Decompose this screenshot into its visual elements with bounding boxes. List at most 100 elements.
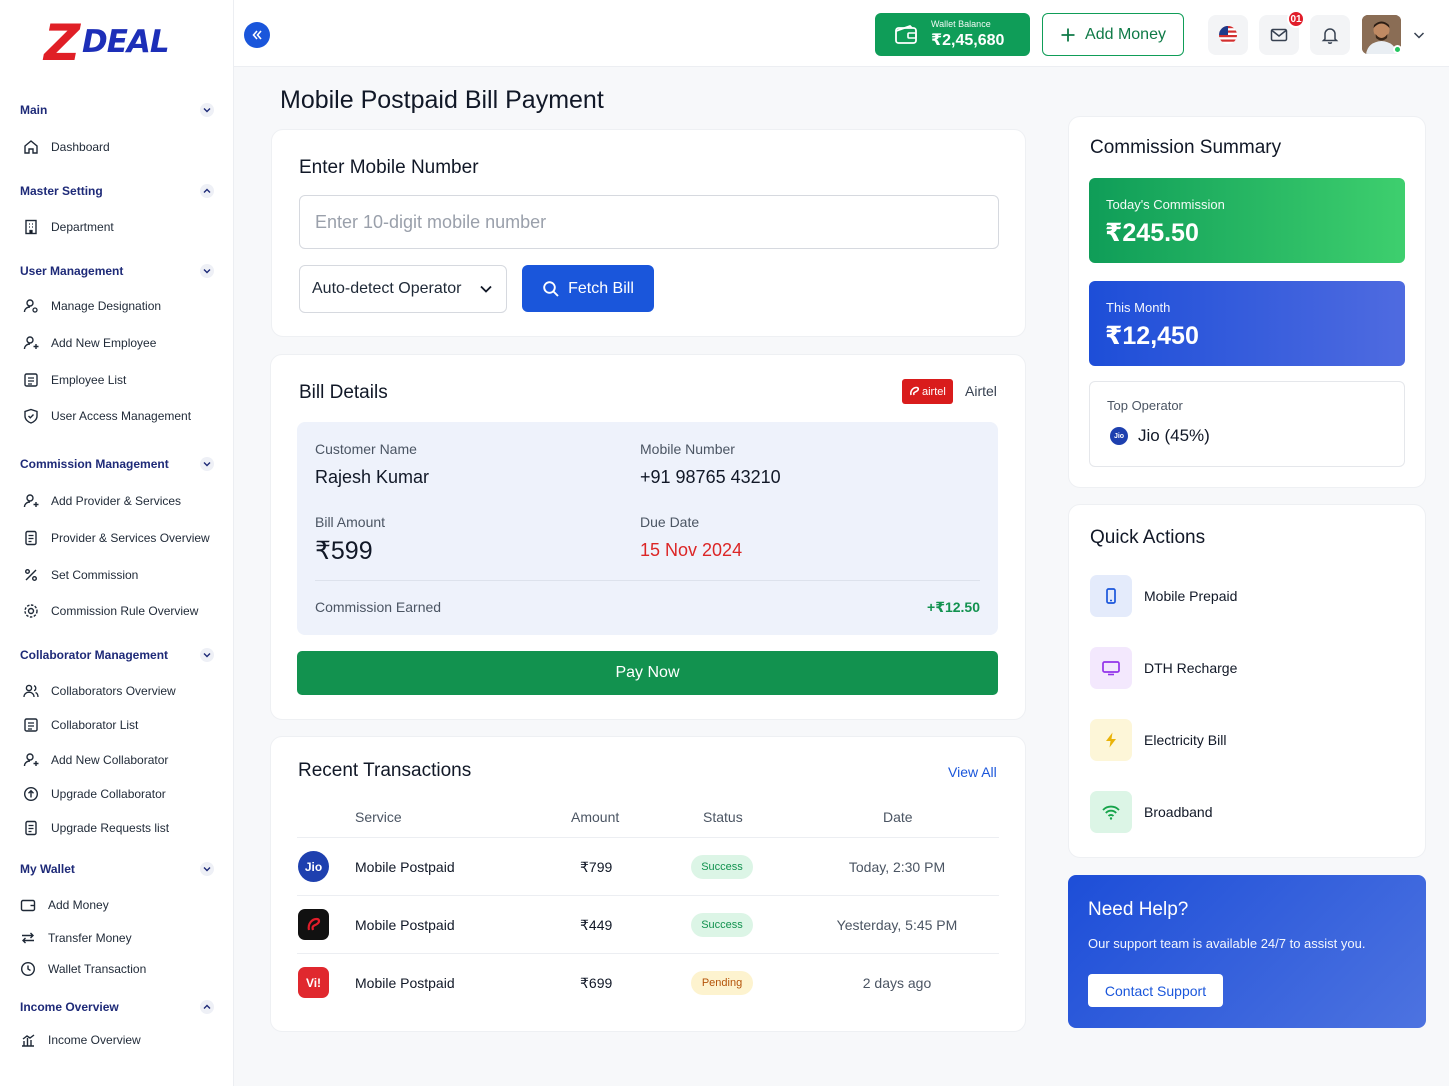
sidebar-item-label: Dashboard: [51, 140, 110, 154]
column-header: Service: [355, 809, 402, 825]
online-status-dot: [1393, 45, 1402, 54]
bill-details-card: Bill Details airtel Airtel Customer Name…: [270, 354, 1026, 720]
section-main[interactable]: Main: [20, 100, 214, 120]
quick-action-broadband[interactable]: Broadband: [1090, 791, 1213, 833]
transaction-date: Yesterday, 5:45 PM: [836, 917, 958, 933]
due-date-label: Due Date: [640, 514, 700, 530]
recent-transactions-card: Recent Transactions View All Service Amo…: [270, 736, 1026, 1032]
section-commission-management[interactable]: Commission Management: [20, 454, 214, 474]
sidebar-item-label: Employee List: [51, 373, 127, 387]
chevron-down-icon: [200, 648, 214, 662]
sidebar-item-add-new-collaborator[interactable]: Add New Collaborator: [22, 749, 168, 771]
quick-action-label: DTH Recharge: [1144, 660, 1238, 676]
wallet-icon: [20, 899, 36, 912]
view-all-link[interactable]: View All: [948, 764, 997, 780]
contact-support-button[interactable]: Contact Support: [1088, 974, 1223, 1007]
customer-name-value: Rajesh Kumar: [315, 467, 430, 487]
sidebar-item-label: Department: [51, 220, 114, 234]
sidebar-item-set-commission[interactable]: Set Commission: [22, 564, 138, 586]
wallet-label: Wallet Balance: [931, 19, 991, 29]
sidebar: Z DEAL Main Dashboard Master Setting Dep…: [0, 0, 234, 1086]
sidebar-item-add-new-employee[interactable]: Add New Employee: [22, 332, 156, 354]
sidebar-item-upgrade-collaborator[interactable]: Upgrade Collaborator: [22, 783, 166, 805]
document-icon: [25, 530, 37, 546]
zdeal-logo[interactable]: Z DEAL: [44, 14, 170, 78]
notifications-button[interactable]: [1310, 15, 1350, 55]
status-badge: Pending: [691, 971, 753, 995]
user-plus-icon: [23, 753, 39, 767]
sidebar-item-collaborator-list[interactable]: Collaborator List: [22, 714, 138, 736]
sidebar-item-upgrade-requests-list[interactable]: Upgrade Requests list: [22, 817, 169, 839]
sidebar-item-label: Add New Collaborator: [51, 753, 169, 767]
double-chevron-left-icon: [252, 30, 262, 40]
sidebar-item-commission-rule-overview[interactable]: Commission Rule Overview: [22, 600, 198, 622]
bell-icon: [1321, 28, 1339, 44]
sidebar-item-add-provider-services[interactable]: Add Provider & Services: [22, 490, 181, 512]
section-income-overview[interactable]: Income Overview: [20, 997, 214, 1017]
airtel-icon: [910, 386, 920, 396]
chevron-down-icon: [200, 264, 214, 278]
sidebar-item-user-access-management[interactable]: User Access Management: [22, 405, 191, 427]
sidebar-collapse-button[interactable]: [244, 22, 270, 48]
commission-summary-card: Commission Summary Today's Commission ₹2…: [1068, 116, 1426, 488]
sidebar-item-label: Wallet Transaction: [48, 962, 147, 976]
page-title: Mobile Postpaid Bill Payment: [280, 86, 604, 114]
sidebar-item-add-money[interactable]: Add Money: [19, 894, 109, 916]
section-my-wallet[interactable]: My Wallet: [20, 859, 214, 879]
chevron-up-icon: [200, 1000, 214, 1014]
operator-select[interactable]: Auto-detect Operator: [299, 265, 507, 313]
chart-icon: [22, 1034, 35, 1047]
sidebar-item-dashboard[interactable]: Dashboard: [22, 136, 110, 158]
sidebar-item-label: Add New Employee: [51, 336, 157, 350]
add-money-button[interactable]: Add Money: [1042, 13, 1184, 56]
quick-action-dth-recharge[interactable]: DTH Recharge: [1090, 647, 1237, 689]
need-help-card: Need Help? Our support team is available…: [1068, 875, 1426, 1028]
sidebar-item-transfer-money[interactable]: Transfer Money: [19, 927, 132, 949]
language-button[interactable]: [1208, 15, 1248, 55]
chevron-down-icon: [200, 103, 214, 117]
section-collaborator-management[interactable]: Collaborator Management: [20, 645, 214, 665]
operator-select-value: Auto-detect Operator: [312, 280, 462, 297]
quick-action-electricity-bill[interactable]: Electricity Bill: [1090, 719, 1226, 761]
card-title: Quick Actions: [1090, 527, 1206, 548]
sidebar-item-manage-designation[interactable]: Manage Designation: [22, 295, 161, 317]
pay-now-button[interactable]: Pay Now: [297, 651, 998, 695]
quick-action-label: Mobile Prepaid: [1144, 588, 1238, 604]
fetch-bill-label: Fetch Bill: [568, 279, 634, 297]
mobile-number-value: +91 98765 43210: [640, 467, 781, 487]
mobile-number-input[interactable]: Enter 10-digit mobile number: [299, 195, 999, 249]
vi-logo: Vi!: [298, 967, 329, 998]
table-row[interactable]: Mobile Postpaid ₹449 Success Yesterday, …: [297, 895, 999, 953]
sidebar-item-collaborators-overview[interactable]: Collaborators Overview: [22, 680, 176, 702]
section-label: Collaborator Management: [20, 648, 169, 662]
status-badge: Success: [691, 913, 753, 937]
tv-icon: [1090, 647, 1132, 689]
operator-logo: airtel: [902, 379, 953, 404]
list-icon: [24, 718, 38, 732]
quick-action-mobile-prepaid[interactable]: Mobile Prepaid: [1090, 575, 1237, 617]
mail-button[interactable]: 01: [1259, 10, 1305, 55]
users-icon: [23, 684, 39, 698]
sidebar-item-wallet-transaction[interactable]: Wallet Transaction: [19, 958, 146, 980]
table-row[interactable]: Jio Mobile Postpaid ₹799 Success Today, …: [297, 837, 999, 895]
commission-earned-value: +₹12.50: [927, 599, 980, 615]
sidebar-item-label: Provider & Services Overview: [51, 531, 210, 545]
sidebar-item-income-overview[interactable]: Income Overview: [19, 1029, 141, 1051]
fetch-bill-button[interactable]: Fetch Bill: [522, 265, 654, 312]
section-label: Main: [20, 103, 48, 117]
sidebar-item-label: Manage Designation: [51, 299, 162, 313]
sidebar-item-provider-services-overview[interactable]: Provider & Services Overview: [22, 527, 210, 549]
wallet-value: ₹2,45,680: [931, 32, 1005, 49]
add-money-label: Add Money: [1085, 25, 1166, 43]
month-commission-label: This Month: [1106, 300, 1171, 315]
section-label: User Management: [20, 264, 124, 278]
logo-letter: Z: [44, 14, 80, 72]
table-row[interactable]: Vi! Mobile Postpaid ₹699 Pending 2 days …: [297, 953, 999, 1011]
section-master-setting[interactable]: Master Setting: [20, 181, 214, 201]
chevron-down-icon[interactable]: [1412, 28, 1426, 42]
list-icon: [24, 373, 38, 387]
sidebar-item-employee-list[interactable]: Employee List: [22, 369, 126, 391]
sidebar-item-department[interactable]: Department: [22, 216, 114, 238]
wallet-balance-card[interactable]: Wallet Balance ₹2,45,680: [875, 13, 1030, 56]
section-user-management[interactable]: User Management: [20, 261, 214, 281]
